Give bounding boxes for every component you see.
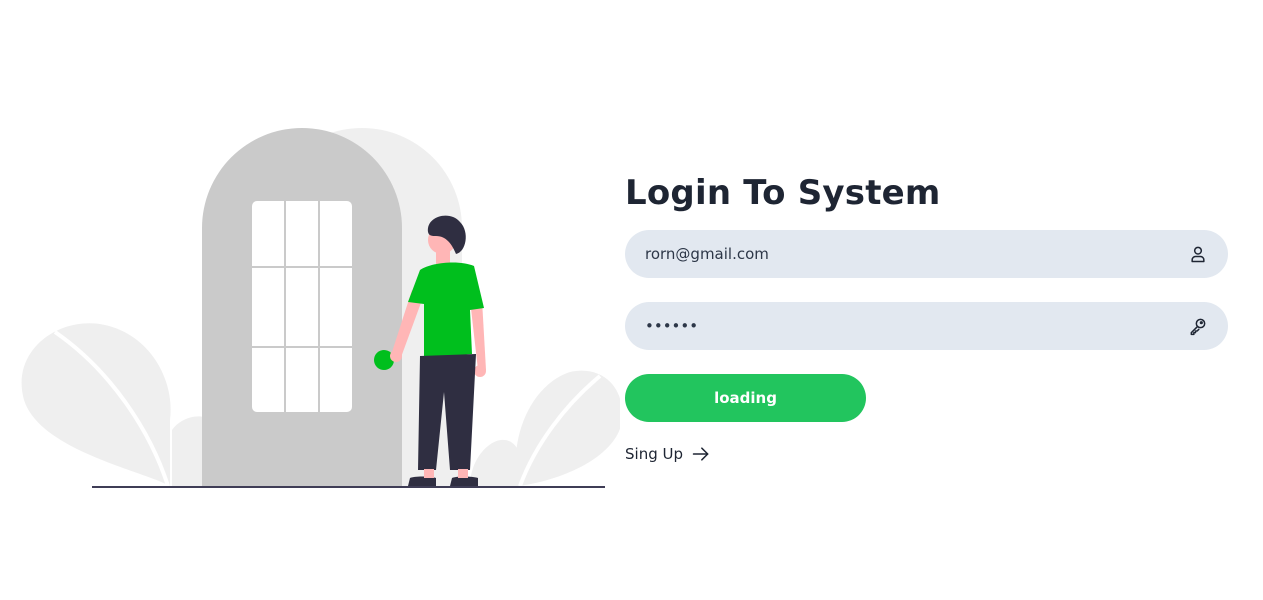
door-illustration [21,128,620,488]
password-field[interactable] [625,302,1228,350]
login-form: Login To System loading Sing Up [625,172,1228,464]
password-input[interactable] [625,302,1228,350]
signup-link[interactable]: Sing Up [625,444,711,464]
email-input[interactable] [625,230,1228,278]
arrow-right-icon [692,447,709,461]
leaf-left [21,323,171,486]
user-icon [1191,246,1205,263]
door-window [252,201,352,412]
leaf-right [515,370,620,486]
signup-label: Sing Up [625,445,683,463]
login-page: Login To System loading Sing Up [0,0,1263,600]
email-field[interactable] [625,230,1228,278]
key-icon [1190,318,1206,336]
page-title: Login To System [625,173,941,213]
login-button[interactable]: loading [625,374,866,422]
